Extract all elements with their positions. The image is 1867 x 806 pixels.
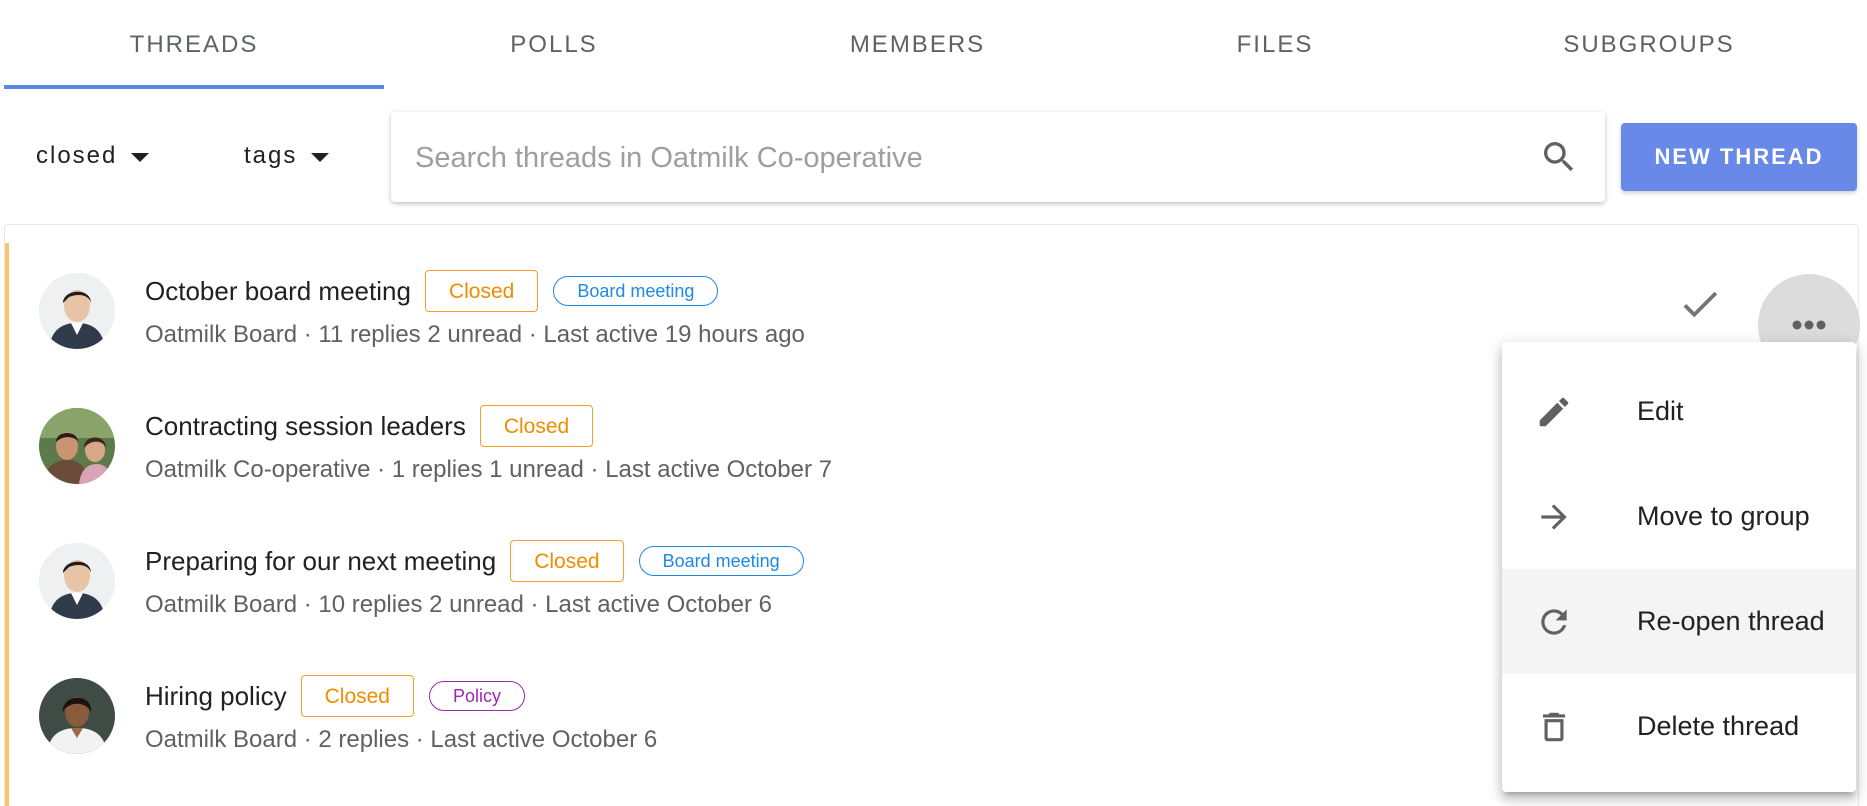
thread-title[interactable]: October board meeting [145, 276, 411, 307]
menu-item-delete-thread[interactable]: Delete thread [1502, 674, 1856, 779]
menu-item-move-to-group[interactable]: Move to group [1502, 464, 1856, 569]
tag-chip[interactable]: Board meeting [553, 276, 719, 306]
new-thread-button[interactable]: NEW THREAD [1621, 123, 1857, 191]
status-filter-label: closed [36, 142, 118, 169]
thread-title-line: Preparing for our next meeting Closed Bo… [145, 539, 804, 583]
menu-item-label: Edit [1637, 396, 1684, 426]
thread-meta: Oatmilk Board · 2 replies · Last active … [145, 726, 658, 753]
search-box [391, 112, 1605, 204]
refresh-icon [1541, 609, 1567, 635]
thread-title[interactable]: Contracting session leaders [145, 411, 466, 442]
menu-item-edit[interactable]: Edit [1502, 359, 1856, 464]
pencil-icon [1539, 397, 1569, 427]
status-badge: Closed [424, 270, 539, 312]
thread-title-line: Hiring policy Closed Policy [145, 674, 525, 718]
status-badge: Closed [510, 540, 624, 582]
thread-title[interactable]: Hiring policy [145, 681, 287, 712]
status-badge: Closed [479, 405, 594, 447]
thread-meta: Oatmilk Board · 11 replies 2 unread · La… [145, 321, 805, 348]
thread-title-line: October board meeting Closed Board meeti… [145, 269, 719, 313]
menu-item-label: Re-open thread [1637, 606, 1825, 636]
thread-row[interactable]: October board meeting Closed Board meeti… [5, 225, 1860, 376]
thread-meta: Oatmilk Board · 10 replies 2 unread · La… [145, 591, 772, 618]
trash-icon [1542, 712, 1566, 742]
tags-filter-dropdown[interactable]: tags [244, 126, 330, 186]
thread-title[interactable]: Preparing for our next meeting [145, 546, 496, 577]
tab-subgroups[interactable]: SUBGROUPS [1439, 0, 1859, 90]
tab-polls[interactable]: POLLS [384, 0, 724, 90]
menu-item-label: Delete thread [1637, 711, 1800, 741]
avatar [39, 408, 115, 484]
tab-bar: THREADS POLLS MEMBERS FILES SUBGROUPS [0, 0, 1867, 90]
active-tab-indicator [4, 85, 384, 89]
avatar [39, 678, 115, 754]
chevron-down-icon [131, 152, 150, 162]
search-icon[interactable] [1539, 137, 1579, 177]
status-badge: Closed [300, 675, 414, 717]
chevron-down-icon [311, 152, 330, 162]
menu-item-label: Move to group [1637, 501, 1810, 531]
tab-files[interactable]: FILES [1111, 0, 1439, 90]
arrow-right-icon [1541, 504, 1567, 530]
avatar [39, 543, 115, 619]
check-icon[interactable] [1677, 281, 1723, 327]
menu-item-reopen-thread[interactable]: Re-open thread [1502, 569, 1856, 674]
tag-chip[interactable]: Board meeting [638, 546, 804, 576]
avatar [39, 273, 115, 349]
tab-members[interactable]: MEMBERS [724, 0, 1111, 90]
search-input[interactable] [413, 112, 1517, 204]
thread-actions-menu: Edit Move to group Re-open thread Delete… [1502, 342, 1856, 792]
tab-threads[interactable]: THREADS [4, 0, 384, 90]
tag-chip[interactable]: Policy [428, 681, 525, 711]
thread-title-line: Contracting session leaders Closed [145, 404, 608, 448]
tags-filter-label: tags [244, 142, 298, 169]
status-filter-dropdown[interactable]: closed [36, 126, 150, 186]
thread-meta: Oatmilk Co-operative · 1 replies 1 unrea… [145, 456, 832, 483]
